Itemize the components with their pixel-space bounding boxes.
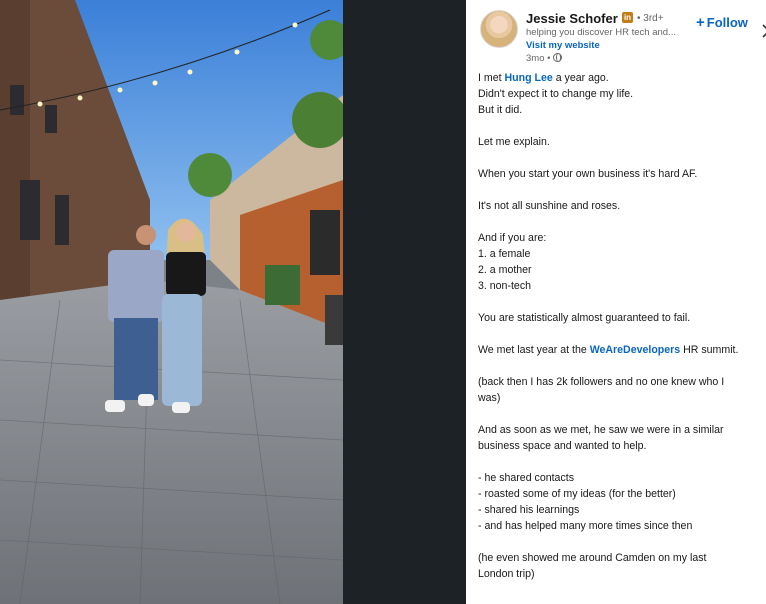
mention-wearedevelopers[interactable]: WeAreDevelopers xyxy=(590,344,680,356)
photo-scene xyxy=(0,0,343,604)
post-text: I met Hung Lee a year ago. Didn't expect… xyxy=(478,70,760,582)
linkedin-premium-icon: in xyxy=(622,12,633,23)
author-headline: helping you discover HR tech and... xyxy=(526,27,676,38)
globe-icon xyxy=(553,53,563,62)
follow-button[interactable]: + Follow xyxy=(696,14,748,31)
post-line: London trip) xyxy=(478,568,535,580)
author-name[interactable]: Jessie Schofer xyxy=(526,11,618,26)
connection-degree: • 3rd+ xyxy=(637,13,664,24)
post-header: Jessie Schofer in • 3rd+ helping you dis… xyxy=(480,10,766,66)
post-line: (back then I has 2k followers and no one… xyxy=(478,376,725,388)
post-line: Didn't expect it to change my life. xyxy=(478,88,634,100)
visit-website-link[interactable]: Visit my website xyxy=(526,40,600,51)
post-line: It's not all sunshine and roses. xyxy=(478,200,621,212)
post-line: We met last year at the WeAreDevelopers … xyxy=(478,342,760,358)
post-line: 2. a mother xyxy=(478,264,532,276)
post-line: - and has helped many more times since t… xyxy=(478,520,693,532)
post-line: - he shared contacts xyxy=(478,472,574,484)
text-fragment: I met xyxy=(478,72,505,84)
mention-hung-lee[interactable]: Hung Lee xyxy=(505,72,553,84)
post-meta: 3mo • xyxy=(526,53,563,64)
text-fragment: HR summit. xyxy=(680,344,739,356)
follow-label: Follow xyxy=(706,15,748,30)
photo-backdrop xyxy=(343,0,466,604)
post-age: 3mo • xyxy=(526,53,551,64)
post-line: - shared his learnings xyxy=(478,504,580,516)
post-line: business space and wanted to help. xyxy=(478,440,647,452)
post-line: was) xyxy=(478,392,501,404)
post-line: 3. non-tech xyxy=(478,280,532,292)
close-icon[interactable] xyxy=(762,24,766,38)
post-line: I met Hung Lee a year ago. xyxy=(478,70,760,86)
post-panel: Jessie Schofer in • 3rd+ helping you dis… xyxy=(466,0,766,604)
post-line: And as soon as we met, he saw we were in… xyxy=(478,424,724,436)
post-photo[interactable] xyxy=(0,0,343,604)
post-line: Let me explain. xyxy=(478,136,550,148)
post-line: But it did. xyxy=(478,104,523,116)
post-line: - roasted some of my ideas (for the bett… xyxy=(478,488,676,500)
text-fragment: We met last year at the xyxy=(478,344,590,356)
author-avatar[interactable] xyxy=(480,10,518,48)
post-line: (he even showed me around Camden on my l… xyxy=(478,552,707,564)
post-line: You are statistically almost guaranteed … xyxy=(478,312,691,324)
post-line: When you start your own business it's ha… xyxy=(478,168,698,180)
plus-icon: + xyxy=(696,14,705,31)
post-line: 1. a female xyxy=(478,248,531,260)
text-fragment: a year ago. xyxy=(552,72,609,84)
post-line: And if you are: xyxy=(478,232,547,244)
